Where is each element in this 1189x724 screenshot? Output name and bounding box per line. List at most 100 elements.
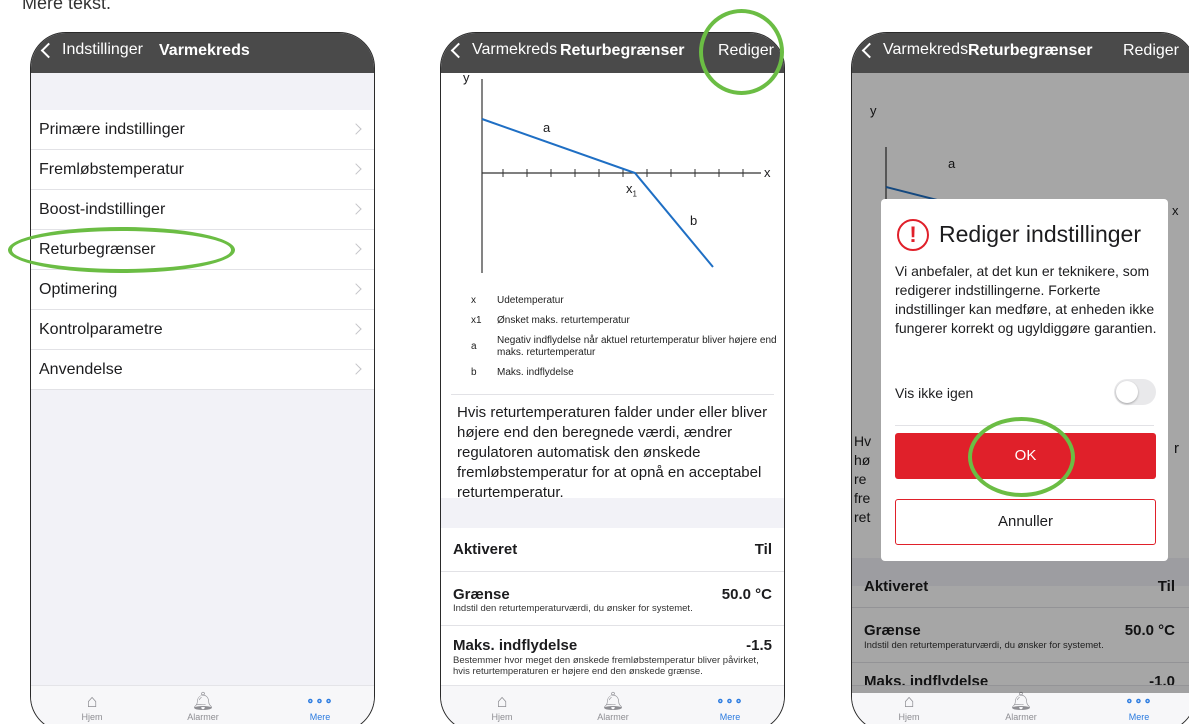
list-item[interactable]: Boost-indstillinger	[31, 190, 374, 230]
back-label: Indstillinger	[62, 41, 143, 58]
list-item[interactable]: Anvendelse	[31, 350, 374, 390]
tab-label: Alarmer	[597, 712, 629, 722]
back-label: Varmekreds	[472, 41, 558, 58]
tab-label: Mere	[719, 712, 741, 722]
edit-button[interactable]: Rediger	[718, 42, 774, 60]
setting-max-influence[interactable]: Maks. indflydelse -1.5	[453, 637, 772, 654]
diagram-legend: x Udetemperatur x1 Ønsket maks. returtempe…	[471, 295, 784, 387]
list-item-label: Anvendelse	[39, 360, 123, 378]
phone-screen-3: Varmekreds Returbegrænser Rediger y a x …	[851, 32, 1189, 724]
section-gap	[441, 498, 784, 528]
back-button[interactable]: Varmekreds	[449, 41, 557, 59]
toggle-knob	[1116, 381, 1138, 403]
tab-label: Mere	[309, 712, 331, 722]
more-dots-icon: ∘∘∘	[716, 693, 744, 708]
chevron-right-icon	[350, 163, 362, 175]
legend-row: b Maks. indflydelse	[471, 367, 784, 379]
legend-key: x1	[471, 315, 482, 326]
diagram-label-x: x	[764, 165, 771, 180]
chevron-right-icon	[350, 243, 362, 255]
tab-label: Hjem	[81, 712, 103, 722]
navbar-cover	[852, 33, 1189, 73]
content-area: y x a b x1 x Udetemperatur x1 Ønsket maks.…	[441, 73, 784, 687]
setting-activated[interactable]: Aktiveret Til	[453, 541, 772, 558]
tab-bar: ⌂ Hjem 🔔︎ Alarmer ∘∘∘ Mere	[31, 685, 374, 724]
tab-alarms[interactable]: 🔔︎ Alarmer	[986, 690, 1056, 722]
back-button[interactable]: Indstillinger	[39, 41, 143, 59]
dont-show-again-toggle[interactable]	[1114, 379, 1156, 405]
tab-bar: ⌂ Hjem 🔔︎ Alarmer ∘∘∘ Mere	[441, 685, 784, 724]
setting-label: Maks. indflydelse	[453, 637, 578, 654]
edit-warning-dialog: ! Rediger indstillinger Vi anbefaler, at…	[881, 199, 1168, 561]
dont-show-again-label: Vis ikke igen	[895, 385, 974, 401]
nav-bar: Indstillinger Varmekreds	[31, 33, 374, 73]
list-item[interactable]: Optimering	[31, 270, 374, 310]
cancel-button[interactable]: Annuller	[895, 499, 1156, 545]
dialog-title: Rediger indstillinger	[939, 221, 1141, 247]
list-item[interactable]: Primære indstillinger	[31, 110, 374, 150]
divider	[441, 571, 784, 572]
return-limit-diagram	[481, 79, 761, 273]
diagram-label-x1: x1	[626, 181, 637, 199]
top-cut-text: Mere tekst.	[22, 0, 112, 13]
legend-text: Udetemperatur	[497, 295, 564, 306]
tab-label: Hjem	[491, 712, 513, 722]
diagram-label-y: y	[463, 73, 470, 85]
tab-label: Alarmer	[187, 712, 219, 722]
list-item[interactable]: Fremløbstemperatur	[31, 150, 374, 190]
tab-home[interactable]: ⌂ Hjem	[57, 690, 127, 722]
divider	[441, 625, 784, 626]
more-dots-icon: ∘∘∘	[306, 693, 334, 708]
list-item[interactable]: Kontrolparametre	[31, 310, 374, 350]
chevron-right-icon	[350, 123, 362, 135]
diagram-label-a: a	[543, 120, 551, 135]
phone-screen-2: Varmekreds Returbegrænser Rediger y x a …	[440, 32, 785, 724]
divider	[451, 394, 774, 395]
home-icon: ⌂	[86, 691, 98, 711]
list-item-label: Optimering	[39, 280, 118, 298]
page-title: Returbegrænser	[560, 42, 685, 59]
bell-icon: 🔔︎	[601, 691, 625, 711]
chevron-right-icon	[350, 203, 362, 215]
bell-icon: 🔔︎	[191, 691, 215, 711]
legend-row: x1 Ønsket maks. returtemperatur	[471, 315, 784, 327]
phone-screen-1: Indstillinger Varmekreds Primære indstil…	[30, 32, 375, 724]
tab-more[interactable]: ∘∘∘ Mere	[285, 690, 355, 722]
legend-key: x	[471, 295, 476, 306]
list-item-returbegraenser[interactable]: Returbegrænser	[31, 230, 374, 270]
tab-alarms[interactable]: 🔔︎ Alarmer	[578, 690, 648, 722]
legend-key: a	[471, 341, 477, 352]
setting-label: Grænse	[453, 586, 510, 603]
tab-more[interactable]: ∘∘∘ Mere	[1104, 690, 1174, 722]
tab-label: Mere	[1128, 712, 1150, 722]
setting-limit[interactable]: Grænse 50.0 °C	[453, 586, 772, 603]
chevron-right-icon	[350, 323, 362, 335]
chevron-right-icon	[350, 283, 362, 295]
setting-desc: Indstil den returtemperaturværdi, du øns…	[453, 603, 693, 614]
home-icon: ⌂	[903, 691, 915, 711]
legend-text: Ønsket maks. returtemperatur	[497, 315, 630, 326]
bell-icon: 🔔︎	[1009, 691, 1033, 711]
tab-more[interactable]: ∘∘∘ Mere	[695, 690, 765, 722]
x1-sub: 1	[632, 189, 637, 199]
description-text: Hvis returtemperaturen falder under elle…	[457, 404, 768, 501]
chevron-right-icon	[350, 363, 362, 375]
setting-value: -1.5	[746, 637, 772, 654]
tab-home[interactable]: ⌂ Hjem	[874, 690, 944, 722]
legend-text: Maks. indflydelse	[497, 367, 574, 378]
setting-value: 50.0 °C	[721, 586, 772, 603]
tab-alarms[interactable]: 🔔︎ Alarmer	[168, 690, 238, 722]
dialog-body: Vi anbefaler, at det kun er teknikere, s…	[895, 263, 1157, 336]
chevron-left-icon	[40, 42, 57, 58]
legend-row: x Udetemperatur	[471, 295, 784, 307]
list-item-label: Fremløbstemperatur	[39, 160, 184, 178]
legend-key: b	[471, 367, 477, 378]
setting-value: Til	[754, 541, 772, 558]
page-title: Varmekreds	[159, 42, 250, 59]
ok-button[interactable]: OK	[895, 433, 1156, 479]
setting-desc: Bestemmer hvor meget den ønskede fremløb…	[453, 655, 759, 677]
setting-label: Aktiveret	[453, 541, 518, 558]
legend-text: Negativ indflydelse når aktuel returtemp…	[497, 335, 777, 358]
home-icon: ⌂	[496, 691, 508, 711]
tab-home[interactable]: ⌂ Hjem	[467, 690, 537, 722]
